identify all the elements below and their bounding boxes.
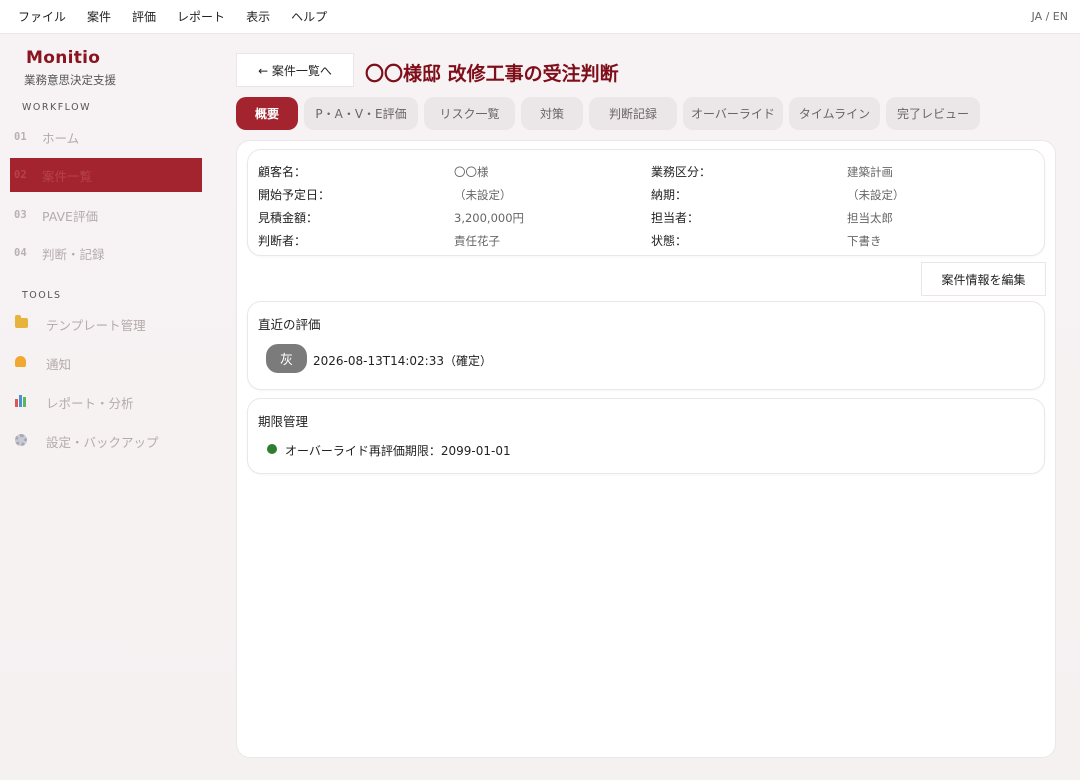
evaluation-status-badge: 灰 (266, 344, 307, 373)
sidebar-item-label: 案件一覧 (42, 168, 93, 184)
deadline-management-title: 期限管理 (258, 414, 309, 429)
info-label: 納期： (651, 188, 688, 202)
nav-number: 03 (14, 209, 27, 221)
bell-icon (10, 356, 46, 370)
tab-countermeasures[interactable]: 対策 (521, 97, 583, 130)
info-value: 〇〇様 (454, 165, 489, 179)
sidebar-item-case-list[interactable]: 02 案件一覧 (10, 158, 202, 192)
sidebar-item-label: レポート・分析 (46, 395, 134, 411)
menu-file[interactable]: ファイル (18, 8, 66, 25)
sidebar-item-report-analysis[interactable]: レポート・分析 (10, 385, 202, 419)
sidebar-item-label: 判断・記録 (42, 246, 105, 262)
recent-evaluation-card: 直近の評価 灰 2026-08-13T14:02:33（確定） (247, 301, 1045, 390)
tab-override[interactable]: オーバーライド (683, 97, 783, 130)
sidebar-item-pave-evaluation[interactable]: 03 PAVE評価 (10, 198, 202, 232)
nav-number: 04 (14, 247, 27, 259)
info-label: 担当者： (651, 211, 700, 225)
info-value: （未設定） (454, 188, 512, 202)
sidebar-item-label: テンプレート管理 (46, 317, 146, 333)
sidebar-item-label: PAVE評価 (42, 208, 98, 224)
sidebar-item-settings-backup[interactable]: 設定・バックアップ (10, 424, 202, 458)
tab-risk-list[interactable]: リスク一覧 (424, 97, 515, 130)
info-label: 見積金額： (258, 211, 319, 225)
sidebar-item-decision-record[interactable]: 04 判断・記録 (10, 236, 202, 270)
case-info-card: 顧客名： 〇〇様 業務区分： 建築計画 開始予定日： （未設定） 納期： （未設… (247, 149, 1045, 256)
sidebar-item-label: ホーム (42, 130, 80, 146)
menu-help[interactable]: ヘルプ (291, 8, 327, 25)
sidebar-item-label: 設定・バックアップ (46, 434, 159, 450)
language-toggle[interactable]: JA / EN (1032, 10, 1068, 23)
page-title: 〇〇様邸 改修工事の受注判断 (365, 63, 619, 85)
tab-decision-record[interactable]: 判断記録 (589, 97, 677, 130)
nav-number: 01 (14, 131, 27, 143)
sidebar-item-template-management[interactable]: テンプレート管理 (10, 307, 202, 341)
gear-icon (10, 433, 46, 449)
info-value: 責任花子 (454, 234, 500, 248)
info-label: 開始予定日： (258, 188, 331, 202)
bar-chart-icon (10, 394, 46, 410)
menu-case[interactable]: 案件 (87, 8, 111, 25)
evaluation-timestamp: 2026-08-13T14:02:33（確定） (313, 354, 492, 368)
tab-overview[interactable]: 概要 (236, 97, 298, 130)
tab-timeline[interactable]: タイムライン (789, 97, 880, 130)
recent-evaluation-title: 直近の評価 (258, 317, 321, 332)
tab-completion-review[interactable]: 完了レビュー (886, 97, 980, 130)
info-value: 建築計画 (847, 165, 893, 179)
sidebar-item-notifications[interactable]: 通知 (10, 346, 202, 380)
info-label: 状態： (651, 234, 688, 248)
menu-evaluation[interactable]: 評価 (132, 8, 156, 25)
info-value: 下書き (847, 234, 882, 248)
sidebar-item-home[interactable]: 01 ホーム (10, 120, 202, 154)
sidebar: Monitio 業務意思決定支援 WORKFLOW 01 ホーム 02 案件一覧… (0, 34, 220, 780)
brand-subtitle: 業務意思決定支援 (24, 73, 116, 87)
nav-number: 02 (14, 169, 27, 181)
brand-logo: Monitio (26, 48, 101, 68)
menu-report[interactable]: レポート (177, 8, 225, 25)
status-dot-icon (267, 444, 277, 454)
deadline-management-card: 期限管理 オーバーライド再評価期限：2099-01-01 (247, 398, 1045, 474)
tab-pave-evaluation[interactable]: P・A・V・E評価 (304, 97, 418, 130)
sidebar-item-label: 通知 (46, 356, 72, 372)
info-value: （未設定） (847, 188, 905, 202)
info-value: 3,200,000円 (454, 211, 525, 225)
back-to-case-list-button[interactable]: ← 案件一覧へ (236, 53, 354, 87)
folder-icon (10, 315, 46, 331)
info-label: 業務区分： (651, 165, 712, 179)
workflow-section-title: WORKFLOW (22, 102, 91, 113)
info-value: 担当太郎 (847, 211, 893, 225)
override-reevaluation-deadline: オーバーライド再評価期限：2099-01-01 (285, 444, 511, 458)
tools-section-title: TOOLS (22, 290, 62, 301)
main-panel: 顧客名： 〇〇様 業務区分： 建築計画 開始予定日： （未設定） 納期： （未設… (236, 140, 1056, 758)
info-label: 判断者： (258, 234, 307, 248)
info-label: 顧客名： (258, 165, 307, 179)
edit-case-info-button[interactable]: 案件情報を編集 (921, 262, 1046, 296)
menu-bar: ファイル 案件 評価 レポート 表示 ヘルプ JA / EN (0, 0, 1080, 34)
menu-view[interactable]: 表示 (246, 8, 270, 25)
tab-bar: 概要 P・A・V・E評価 リスク一覧 対策 判断記録 オーバーライド タイムライ… (236, 97, 980, 130)
